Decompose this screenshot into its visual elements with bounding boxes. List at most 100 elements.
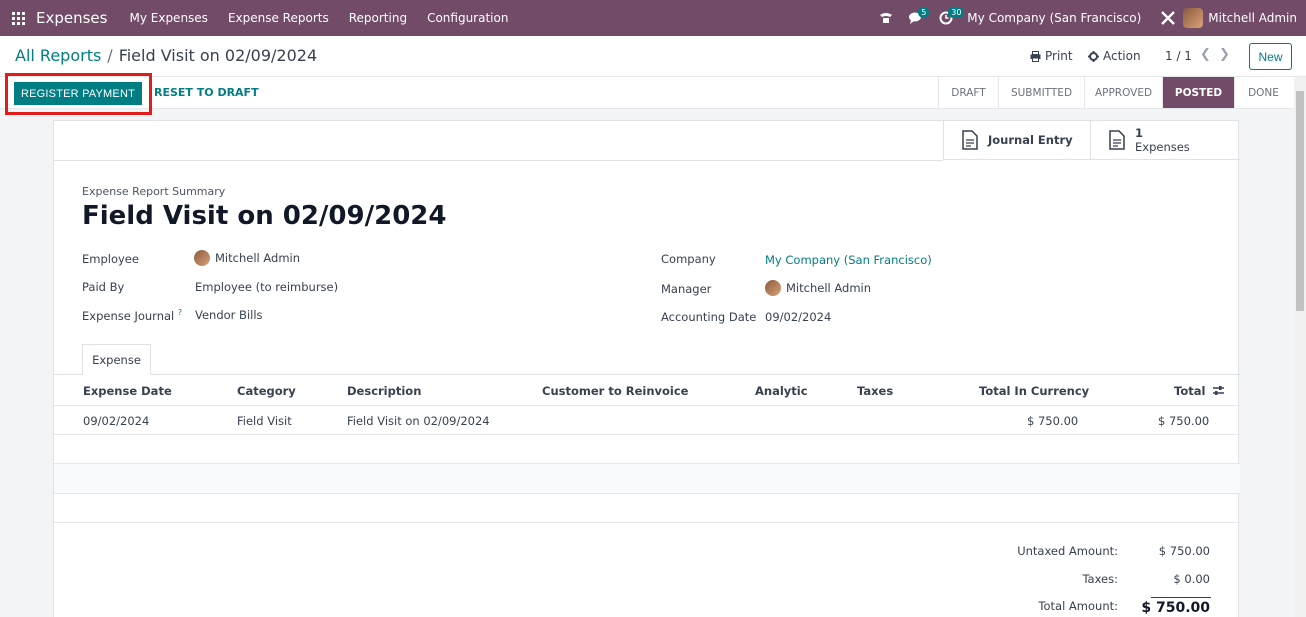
reset-to-draft-button[interactable]: RESET TO DRAFT <box>154 86 259 99</box>
row-divider <box>54 463 1240 464</box>
col-total[interactable]: Total <box>1174 384 1205 398</box>
register-payment-button[interactable]: REGISTER PAYMENT <box>14 82 142 105</box>
untaxed-amount-value: $ 750.00 <box>1158 544 1210 558</box>
stage-draft[interactable]: DRAFT <box>938 77 998 108</box>
print-label: Print <box>1045 49 1073 63</box>
stage-done[interactable]: DONE <box>1234 77 1292 108</box>
cell-category: Field Visit <box>237 414 292 428</box>
action-button[interactable]: Action <box>1088 49 1141 63</box>
expense-journal-value[interactable]: Vendor Bills <box>195 308 263 322</box>
company-switcher[interactable]: My Company (San Francisco) <box>961 11 1153 25</box>
row-divider <box>54 522 1240 523</box>
breadcrumb-all-reports[interactable]: All Reports <box>15 46 101 65</box>
print-button[interactable]: Print <box>1030 49 1073 63</box>
breadcrumb: All Reports / Field Visit on 02/09/2024 <box>15 46 317 65</box>
pager-next-icon[interactable]: ❯ <box>1219 47 1230 62</box>
row-divider <box>54 434 1240 435</box>
column-settings-icon[interactable] <box>1212 384 1225 397</box>
accounting-date-value[interactable]: 09/02/2024 <box>765 310 831 324</box>
cell-expense-date: 09/02/2024 <box>83 414 150 428</box>
pager-previous-icon[interactable]: ❮ <box>1200 47 1211 62</box>
stage-submitted[interactable]: SUBMITTED <box>998 77 1084 108</box>
activities-icon[interactable]: 30 <box>931 0 965 36</box>
scrollbar-thumb[interactable] <box>1296 91 1304 311</box>
new-button[interactable]: New <box>1249 43 1292 70</box>
manager-field[interactable]: Mitchell Admin <box>765 280 871 296</box>
status-row: REGISTER PAYMENT RESET TO DRAFT DRAFT SU… <box>0 73 1306 115</box>
col-expense-date[interactable]: Expense Date <box>83 384 172 398</box>
breadcrumb-current: Field Visit on 02/09/2024 <box>118 46 318 65</box>
status-stages: DRAFT SUBMITTED APPROVED POSTED DONE <box>938 77 1292 108</box>
tab-divider <box>54 374 1240 375</box>
expense-journal-label: Expense Journal ? <box>82 308 182 323</box>
pager-value[interactable]: 1 / 1 <box>1165 49 1192 63</box>
menu-my-expenses[interactable]: My Expenses <box>119 0 217 36</box>
table-header-divider <box>54 405 1240 406</box>
total-amount-value: $ 750.00 <box>1141 600 1210 616</box>
vertical-scrollbar[interactable] <box>1294 77 1306 617</box>
expenses-count: 1 <box>1135 126 1144 140</box>
tools-icon[interactable] <box>1153 0 1183 36</box>
employee-avatar <box>194 250 210 266</box>
col-total-in-currency[interactable]: Total In Currency <box>979 384 1089 398</box>
user-menu[interactable]: Mitchell Admin <box>1203 11 1306 25</box>
empty-row <box>54 464 1240 493</box>
page-title: Field Visit on 02/09/2024 <box>82 201 447 231</box>
employee-label: Employee <box>82 252 139 266</box>
taxes-label: Taxes: <box>1082 572 1118 586</box>
cell-description: Field Visit on 02/09/2024 <box>347 414 490 428</box>
phone-icon[interactable] <box>871 0 901 36</box>
company-value[interactable]: My Company (San Francisco) <box>765 253 932 267</box>
expenses-smart-button[interactable]: 1 Expenses <box>1090 121 1240 160</box>
taxes-value: $ 0.00 <box>1173 572 1210 586</box>
stage-approved[interactable]: APPROVED <box>1084 77 1162 108</box>
apps-menu-icon[interactable] <box>0 0 36 36</box>
tab-expense[interactable]: Expense <box>82 344 151 375</box>
journal-entry-label: Journal Entry <box>988 133 1073 147</box>
menu-expense-reports[interactable]: Expense Reports <box>218 0 339 36</box>
smart-buttons-divider <box>54 160 943 161</box>
paid-by-value[interactable]: Employee (to reimburse) <box>195 280 338 294</box>
activities-badge: 30 <box>948 7 965 18</box>
print-icon <box>1030 50 1041 62</box>
employee-field[interactable]: Mitchell Admin <box>194 250 300 266</box>
manager-value: Mitchell Admin <box>786 281 872 295</box>
action-label: Action <box>1103 49 1141 63</box>
employee-value: Mitchell Admin <box>215 251 301 265</box>
messages-icon[interactable]: 5 <box>901 0 931 36</box>
col-taxes[interactable]: Taxes <box>857 384 893 398</box>
menu-configuration[interactable]: Configuration <box>417 0 518 36</box>
menu-reporting[interactable]: Reporting <box>339 0 417 36</box>
accounting-date-label: Accounting Date <box>661 310 757 324</box>
paid-by-label: Paid By <box>82 280 125 294</box>
journal-entry-smart-button[interactable]: Journal Entry <box>943 121 1090 160</box>
form-sheet: Journal Entry 1 Expenses Expense Report … <box>53 120 1240 617</box>
col-analytic[interactable]: Analytic <box>755 384 808 398</box>
expense-journal-label-text: Expense Journal <box>82 308 175 323</box>
top-navbar: Expenses My Expenses Expense Reports Rep… <box>0 0 1306 36</box>
control-panel: All Reports / Field Visit on 02/09/2024 … <box>0 36 1306 76</box>
col-customer-to-reinvoice[interactable]: Customer to Reinvoice <box>542 384 688 398</box>
form-subtitle: Expense Report Summary <box>82 185 226 198</box>
help-icon[interactable]: ? <box>178 308 182 317</box>
company-label: Company <box>661 252 716 266</box>
document-icon <box>962 130 978 150</box>
untaxed-amount-label: Untaxed Amount: <box>1017 544 1118 558</box>
total-amount-label: Total Amount: <box>1038 599 1118 613</box>
app-name[interactable]: Expenses <box>36 9 107 27</box>
document-icon <box>1109 130 1125 150</box>
manager-avatar <box>765 280 781 296</box>
stage-posted[interactable]: POSTED <box>1162 77 1234 108</box>
col-category[interactable]: Category <box>237 384 296 398</box>
manager-label: Manager <box>661 282 712 296</box>
breadcrumb-separator: / <box>107 46 113 65</box>
col-description[interactable]: Description <box>347 384 421 398</box>
cell-total-in-currency: $ 750.00 <box>1027 414 1079 428</box>
total-divider <box>1151 597 1211 598</box>
cell-total: $ 750.00 <box>1158 414 1210 428</box>
expenses-label: Expenses <box>1135 140 1190 154</box>
row-divider <box>54 493 1240 494</box>
gear-icon <box>1088 50 1099 62</box>
user-avatar[interactable] <box>1183 8 1204 28</box>
messages-badge: 5 <box>918 7 930 18</box>
